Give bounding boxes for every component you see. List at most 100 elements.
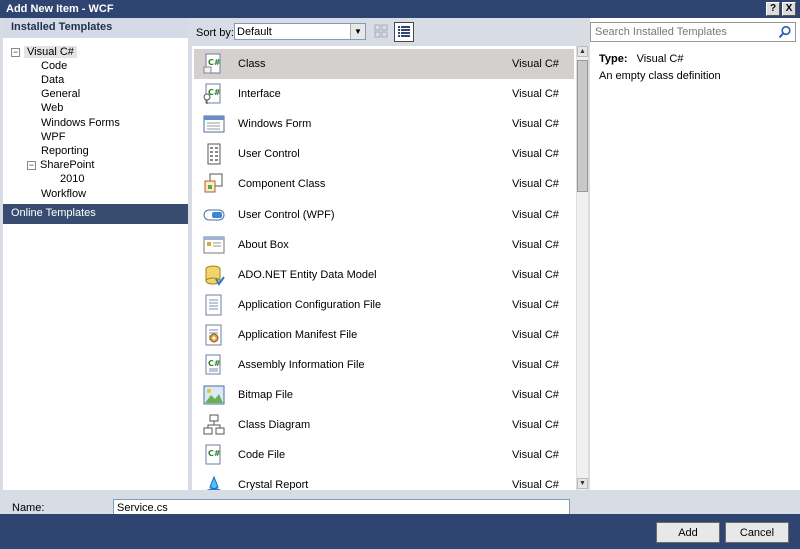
type-label: Type: (599, 53, 628, 65)
template-item[interactable]: ADO.NET Entity Data Model Visual C# (194, 260, 574, 290)
search-icon[interactable] (778, 25, 792, 39)
template-item[interactable]: C# Class Visual C# (194, 49, 574, 79)
template-name: Application Configuration File (238, 298, 382, 311)
tree-item[interactable]: Code (41, 59, 67, 73)
tree-item-label: Code (41, 60, 68, 72)
template-item[interactable]: Application Configuration File Visual C# (194, 290, 574, 320)
template-item[interactable]: Application Manifest File Visual C# (194, 320, 574, 350)
tree-item-label: 2010 (60, 173, 85, 185)
template-categories-pane: Installed Templates − Visual C# Code Data Ge… (3, 18, 188, 490)
template-language: Visual C# (512, 419, 559, 432)
svg-text:C#: C# (208, 58, 221, 67)
template-language: Visual C# (512, 148, 559, 161)
bottom-bar: Name: Add Cancel (0, 490, 800, 549)
template-name: About Box (238, 238, 289, 251)
template-item[interactable]: C# Code File Visual C# (194, 440, 574, 470)
search-input[interactable]: Search Installed Templates (590, 22, 796, 42)
tree-item-label: Visual C# (24, 46, 77, 58)
tree-item[interactable]: General (41, 87, 80, 101)
bitmap-file-icon (203, 385, 225, 405)
template-language: Visual C# (512, 359, 559, 371)
component-class-icon (204, 173, 223, 193)
scroll-down-icon[interactable]: ▼ (577, 478, 588, 489)
template-item[interactable]: Bitmap File Visual C# (194, 380, 574, 410)
scroll-up-icon[interactable]: ▲ (577, 46, 588, 57)
sort-by-dropdown[interactable]: Default ▼ (234, 23, 366, 40)
template-item[interactable]: About Box Visual C# (194, 230, 574, 260)
wpf-user-control-icon (203, 209, 225, 220)
help-button[interactable]: ? (766, 2, 780, 16)
assembly-info-icon: C# (205, 354, 221, 375)
collapse-icon[interactable]: − (11, 48, 20, 57)
collapse-icon[interactable]: − (27, 161, 36, 170)
template-language: Visual C# (512, 208, 559, 221)
tree-item[interactable]: Windows Forms (41, 116, 120, 130)
code-file-icon: C# (205, 444, 221, 465)
template-language: Visual C# (512, 298, 559, 311)
add-button[interactable]: Add (656, 522, 720, 543)
tree-item-label: Windows Forms (41, 117, 120, 129)
details-view-button[interactable] (394, 22, 414, 42)
medium-icons-view-icon[interactable] (374, 24, 388, 38)
template-list: C# Class Visual C# C# Interface Visual C# Wind… (192, 46, 576, 490)
template-item[interactable]: Crystal Report Visual C# (194, 470, 574, 490)
title-bar: Add New Item - WCF (0, 0, 800, 18)
template-item[interactable]: Windows Form Visual C# (194, 109, 574, 139)
template-item[interactable]: User Control (WPF) Visual C# (194, 200, 574, 230)
template-language: Visual C# (512, 449, 559, 462)
tree-item-label: Data (41, 74, 65, 86)
template-name: Application Manifest File (238, 328, 358, 341)
installed-templates-header: Installed Templates (3, 18, 188, 38)
tree-item-label: Reporting (41, 145, 89, 157)
manifest-file-icon (205, 324, 222, 346)
tree-item-label: General (41, 88, 81, 100)
svg-text:C#: C# (208, 449, 221, 458)
template-item[interactable]: Component Class Visual C# (194, 169, 574, 199)
tree-item[interactable]: Data (41, 73, 64, 87)
close-button[interactable]: X (782, 2, 796, 16)
class-icon: C# (203, 53, 221, 74)
template-item[interactable]: C# Assembly Information File Visual C# (194, 350, 574, 380)
template-name: Assembly Information File (238, 359, 365, 371)
sort-by-label: Sort by: (196, 27, 234, 39)
config-file-icon (205, 294, 222, 316)
template-name: User Control (WPF) (238, 208, 335, 221)
cancel-button[interactable]: Cancel (725, 522, 789, 543)
template-name: Windows Form (238, 118, 312, 131)
tree-item[interactable]: Reporting (41, 144, 89, 158)
template-name: ADO.NET Entity Data Model (238, 268, 377, 281)
name-label: Name: (12, 502, 45, 514)
template-language: Visual C# (512, 389, 559, 402)
windows-form-icon (203, 115, 225, 133)
tree-item[interactable]: Web (41, 101, 63, 115)
user-control-icon (207, 143, 221, 165)
template-item[interactable]: Class Diagram Visual C# (194, 410, 574, 440)
tree-item[interactable]: WPF (41, 130, 65, 144)
tree-item[interactable]: Workflow (41, 187, 86, 201)
tree-item[interactable]: − Visual C# (11, 45, 77, 59)
class-diagram-icon (203, 414, 225, 435)
template-language: Visual C# (512, 238, 559, 251)
list-toolbar: Sort by: Default ▼ (191, 18, 588, 46)
about-box-icon (203, 236, 225, 254)
template-name: Component Class (238, 178, 326, 191)
template-language: Visual C# (512, 268, 559, 281)
search-placeholder: Search Installed Templates (595, 26, 727, 38)
template-item[interactable]: C# Interface Visual C# (194, 79, 574, 109)
tree-item-label: Web (41, 102, 64, 114)
template-name: Interface (238, 88, 281, 101)
tree-item[interactable]: − SharePoint (27, 158, 94, 172)
chevron-down-icon[interactable]: ▼ (350, 24, 365, 39)
window-title: Add New Item - WCF (6, 3, 114, 15)
entity-data-model-icon (205, 265, 225, 286)
tree-item[interactable]: 2010 (60, 172, 84, 186)
template-item[interactable]: User Control Visual C# (194, 139, 574, 169)
template-name: Class Diagram (238, 419, 311, 432)
online-templates-item[interactable]: Online Templates (3, 204, 188, 224)
scroll-thumb[interactable] (577, 60, 588, 192)
template-description: An empty class definition (599, 70, 721, 82)
name-field[interactable] (113, 499, 570, 515)
template-name: Bitmap File (238, 389, 294, 402)
type-line: Type: Visual C# (599, 53, 683, 65)
template-list-scrollbar[interactable]: ▲ ▼ (576, 46, 588, 490)
